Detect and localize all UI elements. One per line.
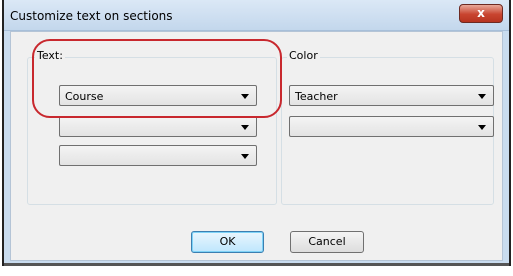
close-icon: x — [477, 6, 485, 20]
text-group-label: Text: — [35, 49, 65, 62]
text-dropdown-2[interactable] — [59, 116, 257, 137]
text-dropdown-1[interactable]: Course — [59, 85, 257, 106]
close-button[interactable]: x — [459, 4, 503, 23]
text-dropdown-1-value: Course — [65, 90, 104, 103]
ok-button[interactable]: OK — [191, 231, 264, 253]
chevron-down-icon — [241, 94, 249, 99]
bottom-margin — [0, 266, 513, 276]
color-dropdown-1-value: Teacher — [295, 90, 338, 103]
chevron-down-icon — [478, 125, 486, 130]
window-title: Customize text on sections — [10, 9, 173, 23]
text-dropdown-3[interactable] — [59, 145, 257, 166]
color-dropdown-1[interactable]: Teacher — [289, 85, 494, 106]
title-bar[interactable]: Customize text on sections x — [4, 0, 509, 31]
color-dropdown-2[interactable] — [289, 116, 494, 137]
cancel-button[interactable]: Cancel — [290, 231, 364, 253]
screenshot-frame: Customize text on sections x Text: Color… — [0, 0, 513, 276]
color-group-label: Color — [287, 49, 320, 62]
chevron-down-icon — [241, 125, 249, 130]
chevron-down-icon — [478, 94, 486, 99]
dialog-body: Text: Color Course Teacher OK Cancel — [10, 31, 503, 261]
chevron-down-icon — [241, 154, 249, 159]
